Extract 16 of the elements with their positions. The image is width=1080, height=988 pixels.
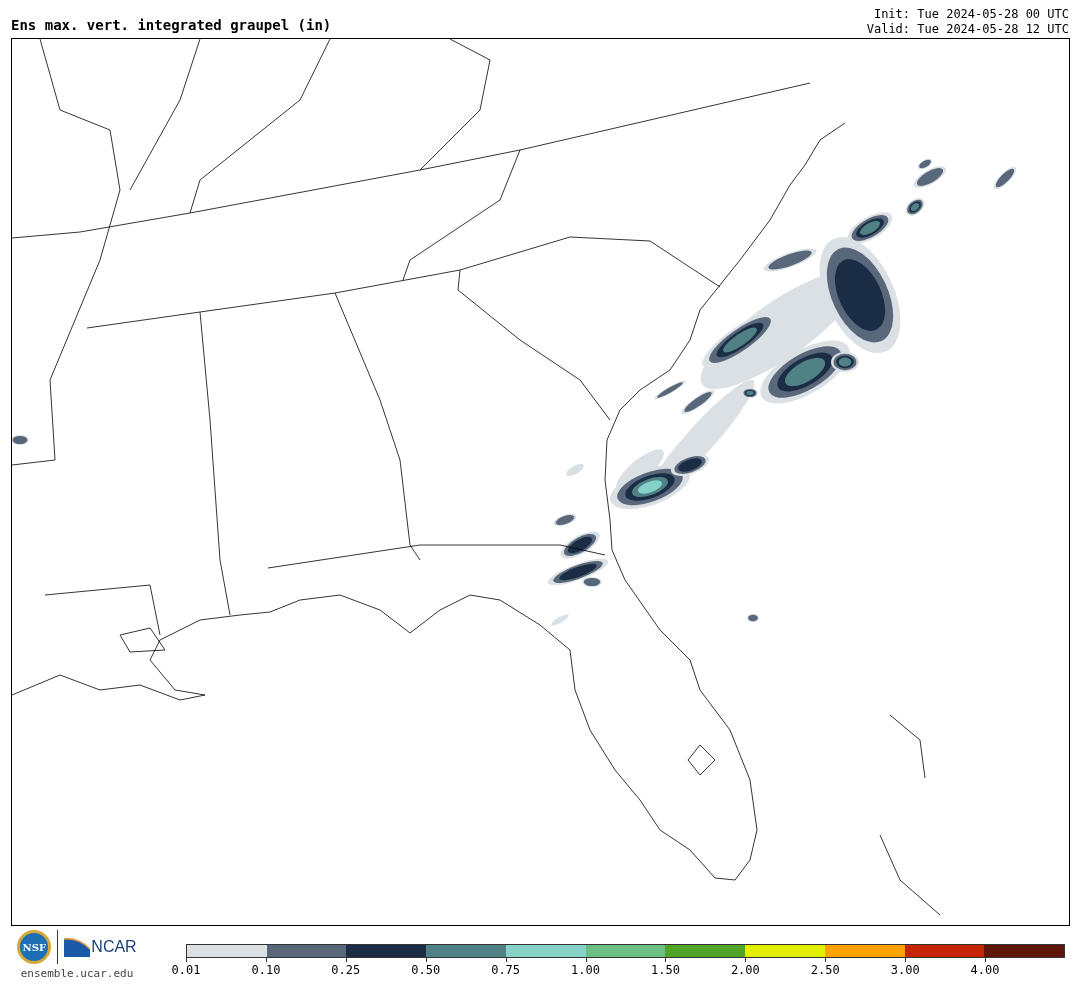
nsf-logo-icon: NSF <box>17 930 52 964</box>
scale-label: 2.00 <box>730 964 760 976</box>
scale-label: 1.50 <box>651 964 680 976</box>
scale-label: 4.00 <box>970 964 1000 976</box>
scale-label: 0.10 <box>251 964 281 976</box>
scale-label: 0.75 <box>491 964 521 976</box>
init-time-text: Init: Tue 2024-05-28 00 UTC <box>873 7 1069 22</box>
scale-label: 0.01 <box>171 964 201 976</box>
website-text: ensemble.ucar.edu <box>20 966 134 982</box>
scale-label: 0.50 <box>411 964 441 976</box>
scale-label: 0.25 <box>331 964 361 976</box>
scale-label: 1.00 <box>571 964 600 976</box>
plot-title: Ens max. vert. integrated graupel (in) <box>11 18 332 35</box>
scale-label: 3.00 <box>890 964 920 976</box>
scale-label: 2.50 <box>810 964 840 976</box>
valid-time-text: Valid: Tue 2024-05-28 12 UTC <box>866 22 1069 37</box>
